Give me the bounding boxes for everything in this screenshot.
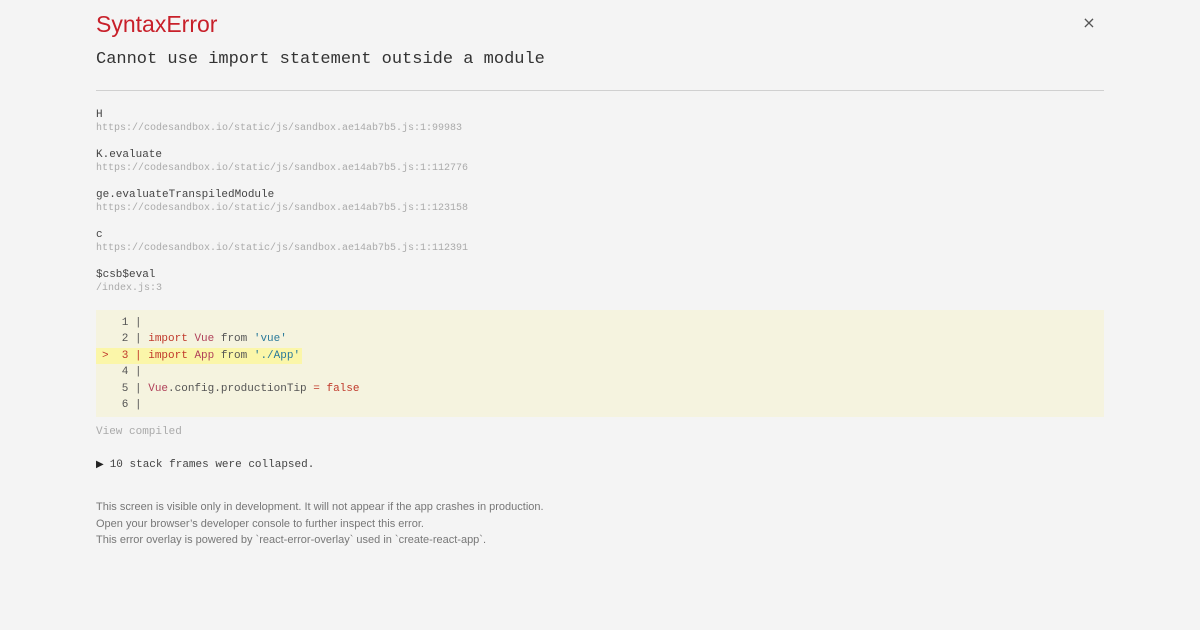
- close-icon[interactable]: ×: [1081, 13, 1097, 33]
- stack-frame-function: $csb$eval: [96, 269, 156, 281]
- footer-line: This screen is visible only in developme…: [96, 501, 544, 513]
- stack-frame-function: ge.evaluateTranspiledModule: [96, 189, 275, 201]
- code-line: 6 |: [96, 397, 150, 413]
- line-marker: [102, 383, 109, 395]
- stack-frame-location[interactable]: https://codesandbox.io/static/js/sandbox…: [96, 242, 1104, 256]
- line-marker: [102, 333, 109, 345]
- code-token: .config.productionTip: [168, 383, 314, 395]
- stack-frame-location[interactable]: /index.js:3: [96, 282, 1104, 296]
- code-snippet: 1 | 2 | import Vue from 'vue' > 3 | impor…: [96, 310, 1104, 417]
- line-marker: [102, 317, 109, 329]
- stack-frame: c https://codesandbox.io/static/js/sandb…: [96, 228, 1104, 268]
- line-number: 2 |: [108, 333, 149, 345]
- collapsed-frames-toggle[interactable]: ▶ 10 stack frames were collapsed.: [96, 458, 314, 472]
- line-number: 3 |: [108, 350, 149, 362]
- code-line-highlighted: > 3 | import App from './App': [96, 348, 303, 364]
- code-token: =: [313, 383, 320, 395]
- stack-frame-location[interactable]: https://codesandbox.io/static/js/sandbox…: [96, 162, 1104, 176]
- divider: [96, 90, 1104, 91]
- line-number: 5 |: [108, 383, 149, 395]
- line-number: 6 |: [108, 399, 149, 411]
- footer-line: This error overlay is powered by `react-…: [96, 534, 487, 546]
- code-token: App: [194, 350, 215, 362]
- code-token: import: [148, 350, 188, 362]
- code-token: 'vue': [253, 333, 287, 345]
- code-token: false: [326, 383, 360, 395]
- code-token: import: [148, 333, 188, 345]
- stack-frames: H https://codesandbox.io/static/js/sandb…: [96, 108, 1104, 308]
- line-marker: [102, 399, 109, 411]
- code-line: 4 |: [96, 364, 150, 380]
- error-title: SyntaxError: [96, 11, 218, 37]
- code-token: from: [214, 333, 254, 345]
- footer-line: Open your browser’s developer console to…: [96, 517, 424, 530]
- stack-frame-function: H: [96, 109, 103, 121]
- code-line: 5 | Vue.config.productionTip = false: [96, 381, 362, 397]
- stack-frame-function: c: [96, 229, 103, 241]
- line-marker: [102, 366, 109, 378]
- stack-frame: $csb$eval /index.js:3: [96, 268, 1104, 308]
- code-token: Vue: [148, 383, 169, 395]
- code-line: 1 |: [96, 315, 150, 331]
- stack-frame-location[interactable]: https://codesandbox.io/static/js/sandbox…: [96, 202, 1104, 216]
- code-token: Vue: [194, 333, 215, 345]
- expand-triangle-icon: ▶: [96, 459, 104, 470]
- line-number: 1 |: [108, 317, 149, 329]
- view-compiled-link[interactable]: View compiled: [96, 425, 182, 439]
- footer-note: This screen is visible only in developme…: [96, 499, 544, 549]
- code-token: './App': [253, 350, 301, 362]
- stack-frame-location[interactable]: https://codesandbox.io/static/js/sandbox…: [96, 122, 1104, 136]
- line-number: 4 |: [108, 366, 149, 378]
- stack-frame: K.evaluate https://codesandbox.io/static…: [96, 148, 1104, 188]
- code-line: 2 | import Vue from 'vue': [96, 331, 289, 347]
- stack-frame-function: K.evaluate: [96, 149, 163, 161]
- error-message: Cannot use import statement outside a mo…: [96, 50, 545, 69]
- line-marker: >: [102, 350, 109, 362]
- collapsed-frames-label: 10 stack frames were collapsed.: [109, 459, 315, 471]
- code-token: from: [214, 350, 254, 362]
- stack-frame: ge.evaluateTranspiledModule https://code…: [96, 188, 1104, 228]
- stack-frame: H https://codesandbox.io/static/js/sandb…: [96, 108, 1104, 148]
